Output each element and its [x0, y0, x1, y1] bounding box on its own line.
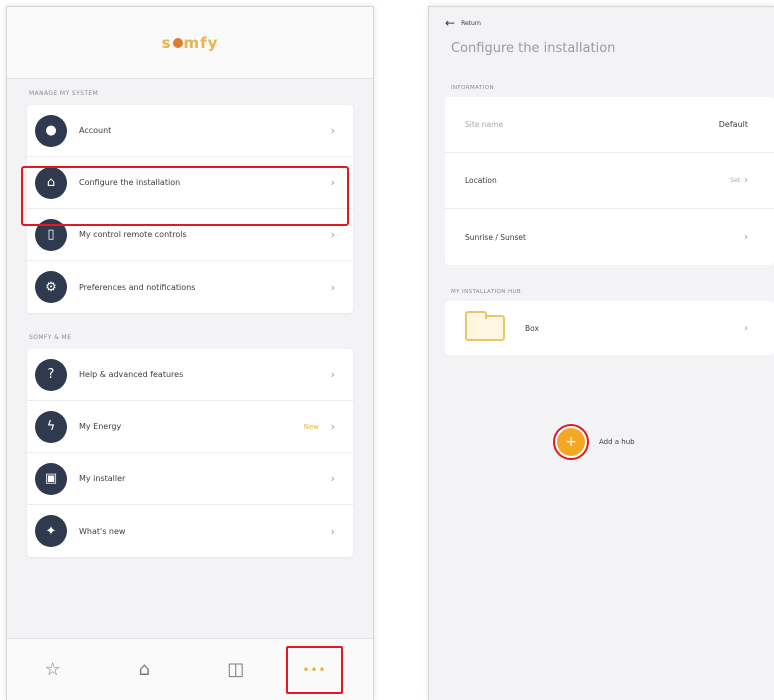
chevron-right-icon: › — [744, 322, 748, 334]
chevron-right-icon: › — [330, 124, 335, 137]
new-badge: New — [303, 422, 319, 431]
somfy-logo: s mfy — [161, 33, 219, 52]
menu-item-label: My Energy — [79, 422, 122, 431]
folder-icon — [465, 311, 505, 341]
back-button[interactable]: ← Return — [429, 7, 774, 30]
gift-icon: ✦ — [35, 515, 67, 547]
back-label: Return — [461, 19, 481, 27]
home-icon: ⌂ — [138, 659, 150, 680]
menu-item-label: Preferences and notifications — [79, 282, 196, 292]
menu-screen: s mfy Manage my system ● Account › ⌂ Conf… — [6, 6, 374, 700]
chevron-right-icon: › — [744, 175, 748, 186]
devices-icon: ◫ — [227, 659, 245, 680]
tab-more[interactable]: ••• — [286, 646, 343, 694]
menu-item-whats-new[interactable]: ✦ What's new › — [27, 505, 353, 557]
chevron-right-icon: › — [330, 472, 335, 485]
site-name-label: Site name — [465, 120, 504, 129]
menu-item-label: Account — [79, 126, 112, 135]
installer-icon: ▣ — [35, 462, 67, 495]
add-hub-highlight: + — [553, 424, 589, 460]
location-row[interactable]: Location Set › — [445, 153, 774, 209]
location-label: Location — [465, 176, 497, 185]
add-hub-label: Add a hub — [599, 438, 635, 446]
hub-row[interactable]: Box › — [445, 301, 774, 355]
help-icon: ? — [35, 358, 67, 391]
menu-item-label: My control remote controls — [79, 230, 187, 239]
chevron-right-icon: › — [330, 524, 335, 538]
back-arrow-icon: ← — [445, 16, 456, 30]
hub-card: Box › — [445, 301, 774, 355]
menu-item-account[interactable]: ● Account › — [27, 105, 353, 157]
somfy-me-menu-card: ? Help & advanced features › ϟ My Energy… — [27, 349, 353, 557]
chevron-right-icon: › — [330, 280, 335, 294]
tab-home[interactable]: ⌂ — [99, 659, 191, 680]
menu-item-preferences[interactable]: ⚙ Preferences and notifications › — [27, 261, 353, 313]
highlight-configure-installation — [21, 166, 349, 226]
chevron-right-icon: › — [330, 420, 335, 433]
page-title: Configure the installation — [451, 41, 616, 56]
site-name-row[interactable]: Site name Default — [445, 97, 774, 153]
section-label-information: Information — [451, 85, 494, 91]
section-label-manage: Manage my system — [29, 90, 99, 97]
tab-devices[interactable]: ◫ — [190, 659, 282, 680]
menu-item-help[interactable]: ? Help & advanced features › — [27, 349, 353, 401]
add-hub-button[interactable]: + Add a hub — [553, 424, 635, 460]
sunrise-sunset-row[interactable]: Sunrise / Sunset › — [445, 209, 774, 265]
menu-item-label: My installer — [79, 474, 126, 483]
gear-icon: ⚙ — [35, 271, 67, 303]
section-label-somfy-me: Somfy & me — [29, 334, 72, 341]
location-value: Set — [730, 177, 740, 184]
plus-icon: + — [557, 428, 585, 456]
tab-favorites[interactable]: ☆ — [7, 659, 99, 680]
header-bar: s mfy — [7, 7, 373, 79]
site-name-value: Default — [718, 120, 748, 129]
sunrise-sunset-label: Sunrise / Sunset — [465, 232, 526, 242]
chevron-right-icon: › — [330, 228, 335, 241]
star-icon: ☆ — [44, 659, 61, 680]
user-icon: ● — [35, 114, 67, 147]
more-icon: ••• — [302, 663, 327, 677]
menu-item-installer[interactable]: ▣ My installer › — [27, 453, 353, 505]
menu-item-my-energy[interactable]: ϟ My Energy New › — [27, 401, 353, 453]
section-label-hub: My installation hub — [451, 289, 522, 295]
configure-installation-screen: ← Return Configure the installation Info… — [428, 6, 774, 700]
menu-item-label: What's new — [79, 526, 126, 536]
chevron-right-icon: › — [330, 368, 335, 381]
chevron-right-icon: › — [744, 231, 748, 243]
information-card: Site name Default Location Set › Sunrise… — [445, 97, 774, 265]
energy-icon: ϟ — [35, 410, 67, 443]
hub-name: Box — [525, 323, 539, 333]
menu-item-label: Help & advanced features — [79, 370, 184, 379]
